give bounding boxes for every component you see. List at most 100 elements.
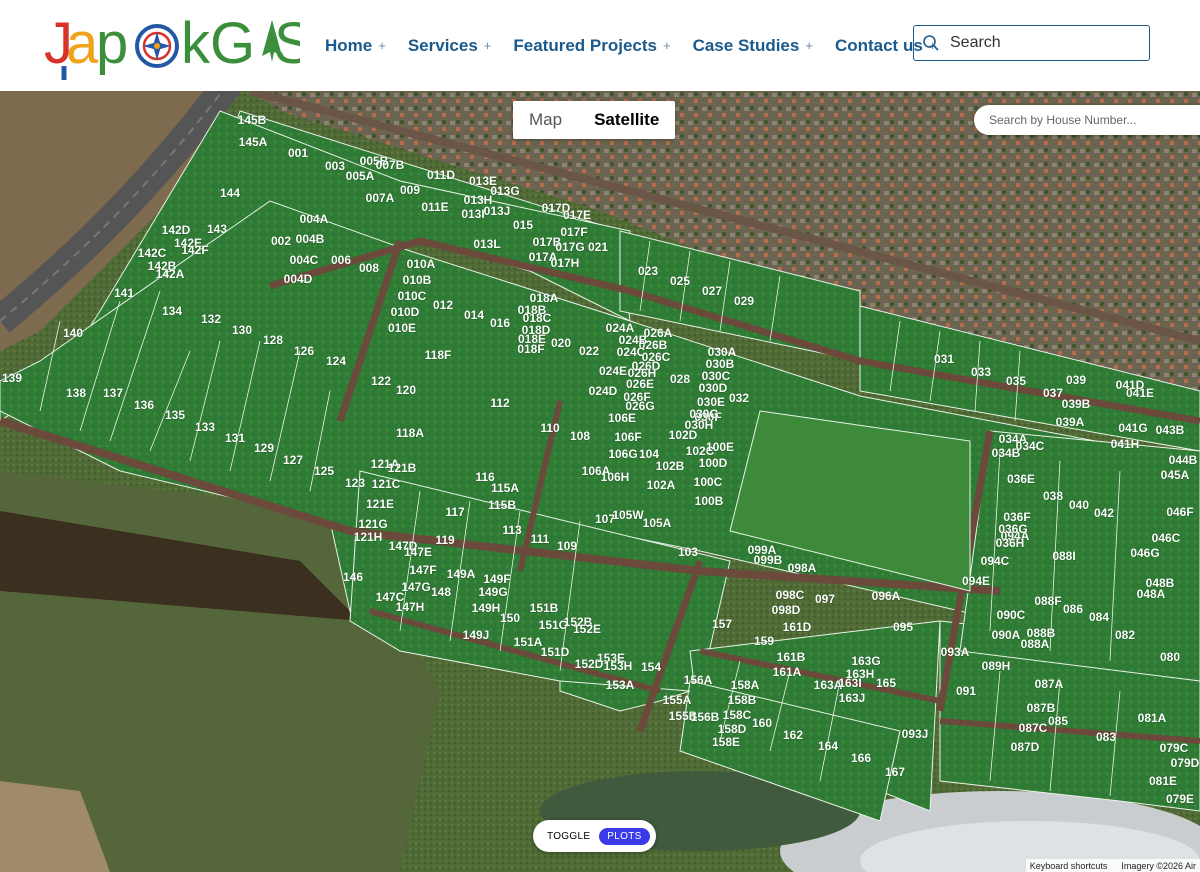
plot-label[interactable]: 106A (581, 464, 611, 479)
plot-label[interactable]: 093J (901, 727, 929, 742)
plot-label[interactable]: 100D (698, 456, 728, 471)
plot-label[interactable]: 015 (512, 218, 533, 233)
house-number-search[interactable] (974, 105, 1200, 135)
plot-label[interactable]: 140 (62, 326, 83, 341)
plot-label[interactable]: 087A (1034, 677, 1064, 692)
plot-label[interactable]: 099B (753, 553, 783, 568)
plot-label[interactable]: 036E (1006, 472, 1035, 487)
plot-label[interactable]: 148 (430, 585, 451, 600)
plot-label[interactable]: 094C (980, 554, 1010, 569)
plot-label[interactable]: 004C (289, 253, 319, 268)
plus-icon[interactable]: + (663, 38, 671, 53)
plot-label[interactable]: 016 (489, 316, 510, 331)
plot-label[interactable]: 153H (603, 659, 633, 674)
plot-label[interactable]: 119 (435, 533, 456, 548)
plot-label[interactable]: 102B (655, 459, 685, 474)
plot-label[interactable]: 030D (698, 381, 728, 396)
plot-label[interactable]: 110 (540, 421, 561, 436)
plot-label[interactable]: 158C (722, 708, 752, 723)
plot-label[interactable]: 163I (838, 676, 862, 691)
plot-label[interactable]: 034C (1015, 439, 1045, 454)
plot-label[interactable]: 131 (224, 431, 245, 446)
plot-label[interactable]: 094E (961, 574, 990, 589)
plot-label[interactable]: 039 (1065, 373, 1086, 388)
plot-label[interactable]: 167 (884, 765, 905, 780)
plot-label[interactable]: 023 (637, 264, 658, 279)
plot-label[interactable]: 001 (287, 146, 308, 161)
plot-label[interactable]: 166 (850, 751, 871, 766)
plot-label[interactable]: 033 (970, 365, 991, 380)
plot-label[interactable]: 026G (625, 399, 655, 414)
plot-label[interactable]: 088B (1026, 626, 1056, 641)
plot-label[interactable]: 147E (403, 545, 432, 560)
plot-label[interactable]: 080 (1159, 650, 1180, 665)
plot-label[interactable]: 043B (1155, 423, 1185, 438)
plot-label[interactable]: 032 (728, 391, 749, 406)
plot-label[interactable]: 100E (705, 440, 734, 455)
plot-label[interactable]: 145B (237, 113, 267, 128)
plot-label[interactable]: 017G (555, 240, 585, 255)
plot-label[interactable]: 139 (1, 371, 22, 386)
plot-label[interactable]: 005A (345, 169, 375, 184)
plot-label[interactable]: 126 (293, 344, 314, 359)
plot-label[interactable]: 039B (1061, 397, 1091, 412)
plot-label[interactable]: 134 (161, 304, 182, 319)
plot-label[interactable]: 147C (375, 590, 405, 605)
plot-label[interactable]: 160 (751, 716, 772, 731)
plot-label[interactable]: 004B (295, 232, 325, 247)
plot-label[interactable]: 010C (397, 289, 427, 304)
plot-label[interactable]: 147F (409, 563, 437, 578)
plot-label[interactable]: 010D (390, 305, 420, 320)
plot-label[interactable]: 089H (981, 659, 1011, 674)
plot-label[interactable]: 135 (164, 408, 185, 423)
plot-label[interactable]: 106G (608, 447, 638, 462)
plot-label[interactable]: 123 (344, 476, 365, 491)
plot-label[interactable]: 158B (727, 693, 757, 708)
plot-label[interactable]: 046F (1166, 505, 1194, 520)
plot-label[interactable]: 027 (701, 284, 722, 299)
plus-icon[interactable]: + (378, 38, 386, 53)
plot-label[interactable]: 012 (432, 298, 453, 313)
map-canvas[interactable]: 145B145A001003 005B005A007B007A009011D011… (0, 91, 1200, 872)
plot-label[interactable]: 003 (324, 159, 345, 174)
plot-label[interactable]: 121B (387, 461, 417, 476)
plot-label[interactable]: 031 (933, 352, 954, 367)
plot-label[interactable]: 095 (892, 620, 913, 635)
plot-label[interactable]: 046C (1151, 531, 1181, 546)
plot-label[interactable]: 149H (471, 601, 501, 616)
plot-label[interactable]: 009 (399, 183, 420, 198)
plot-label[interactable]: 046G (1130, 546, 1160, 561)
plot-label[interactable]: 128 (262, 333, 283, 348)
plot-label[interactable]: 158E (711, 735, 740, 750)
plot-label[interactable]: 042 (1093, 506, 1114, 521)
search-input[interactable] (950, 34, 1130, 52)
plot-label[interactable]: 010B (402, 273, 432, 288)
plot-label[interactable]: 121G (358, 517, 388, 532)
plot-label[interactable]: 004A (299, 212, 329, 227)
plot-label[interactable]: 152E (572, 622, 601, 637)
plot-label[interactable]: 037 (1042, 386, 1063, 401)
plot-label[interactable]: 105W (612, 508, 645, 523)
plot-label[interactable]: 161D (782, 620, 812, 635)
nav-home[interactable]: Home + (325, 36, 386, 56)
plot-label[interactable]: 020 (550, 336, 571, 351)
plot-label[interactable]: 150 (499, 611, 520, 626)
plot-label[interactable]: 163J (838, 691, 866, 706)
plot-label[interactable]: 149G (478, 585, 508, 600)
plot-label[interactable]: 130 (231, 323, 252, 338)
plot-label[interactable]: 142F (181, 243, 209, 258)
plot-label[interactable]: 146 (342, 570, 363, 585)
plot-label[interactable]: 090A (991, 628, 1021, 643)
plot-label[interactable]: 098A (787, 561, 817, 576)
plot-label[interactable]: 125 (313, 464, 334, 479)
plus-icon[interactable]: + (805, 38, 813, 53)
plot-label[interactable]: 038 (1042, 489, 1063, 504)
plot-label[interactable]: 044B (1168, 453, 1198, 468)
plot-label[interactable]: 156B (690, 710, 720, 725)
plot-label[interactable]: 155A (662, 693, 692, 708)
plot-label[interactable]: 137 (102, 386, 123, 401)
plot-label[interactable]: 011D (426, 168, 455, 183)
plot-label[interactable]: 108 (569, 429, 590, 444)
plot-label[interactable]: 081A (1137, 711, 1167, 726)
plot-label[interactable]: 013G (490, 184, 520, 199)
